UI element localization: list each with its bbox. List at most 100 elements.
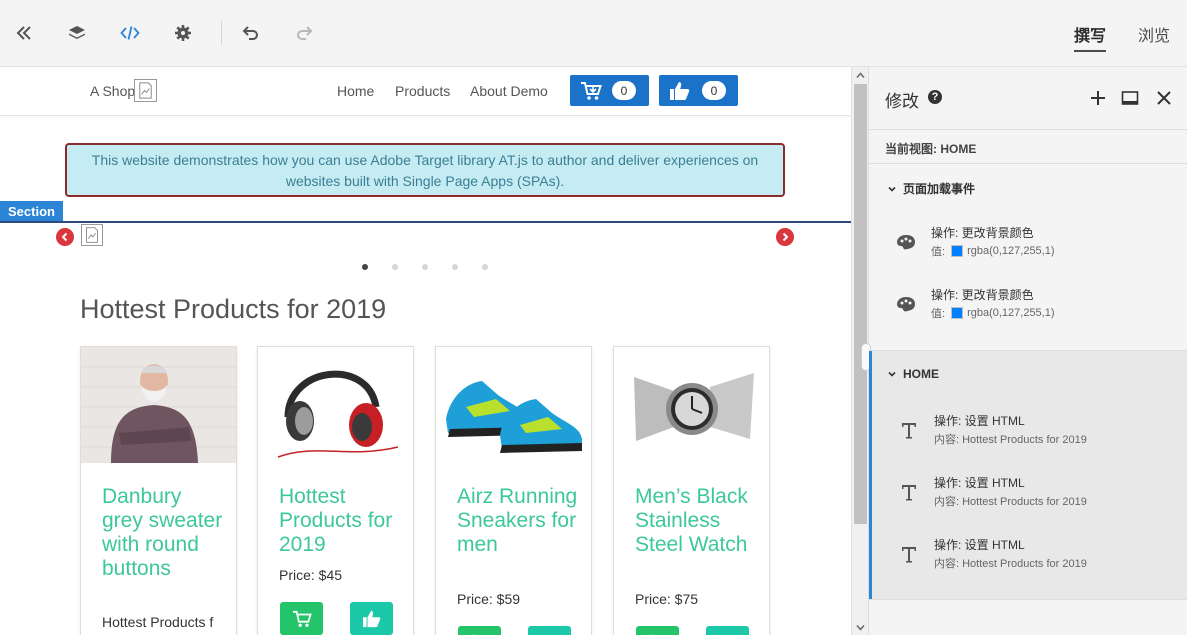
carousel-dot[interactable] bbox=[452, 264, 458, 270]
action-value-text: rgba(0,127,255,1) bbox=[967, 307, 1055, 319]
product-card[interactable]: Airz Running Sneakers for men Price: $59 bbox=[435, 346, 592, 635]
action-value: 值: rgba(0,127,255,1) bbox=[931, 305, 1055, 321]
current-view-label: 当前视图: HOME bbox=[885, 142, 977, 156]
carousel-dot[interactable] bbox=[362, 264, 368, 270]
settings-gear-icon[interactable] bbox=[170, 20, 196, 46]
hottest-products-title[interactable]: Hottest Products for 2019 bbox=[80, 294, 386, 325]
palette-icon bbox=[897, 297, 915, 312]
scroll-down-icon[interactable] bbox=[855, 622, 866, 633]
palette-icon bbox=[897, 235, 915, 250]
product-image-man-in-grey-sweater bbox=[81, 347, 236, 463]
divider bbox=[869, 350, 1187, 351]
site-brand[interactable]: A Shop bbox=[90, 83, 135, 99]
demo-notice[interactable]: This website demonstrates how you can us… bbox=[65, 143, 785, 197]
product-price: Price: $45 bbox=[279, 567, 343, 583]
chevron-left-icon bbox=[61, 232, 68, 242]
carousel-prev-button[interactable] bbox=[56, 228, 74, 246]
add-icon[interactable] bbox=[1089, 89, 1107, 107]
chevron-down-icon bbox=[888, 186, 896, 192]
action-title: 操作: 设置 HTML bbox=[934, 538, 1025, 552]
action-item[interactable]: 操作: 设置 HTML 内容: Hottest Products for 201… bbox=[898, 536, 1178, 580]
group-home-header[interactable]: HOME bbox=[887, 367, 939, 381]
carousel-dot[interactable] bbox=[392, 264, 398, 270]
add-to-cart-button[interactable] bbox=[280, 602, 323, 635]
carousel-dot[interactable] bbox=[422, 264, 428, 270]
product-card[interactable]: Men’s Black Stainless Steel Watch Price:… bbox=[613, 346, 770, 635]
carousel-dot[interactable] bbox=[482, 264, 488, 270]
text-icon bbox=[902, 485, 916, 501]
action-item[interactable]: 操作: 设置 HTML 内容: Hottest Products for 201… bbox=[898, 474, 1178, 518]
group-home: HOME 操作: 设置 HTML 内容: Hottest Products fo… bbox=[869, 350, 1187, 600]
product-card[interactable]: Danbury grey sweater with round buttons … bbox=[80, 346, 237, 635]
carousel-next-button[interactable] bbox=[776, 228, 794, 246]
action-value-label: 值: bbox=[931, 308, 946, 320]
group-page-load[interactable]: 页面加载事件 bbox=[887, 180, 975, 197]
thumbs-up-icon bbox=[670, 81, 690, 100]
site-header: A Shop Home Products About Demo 0 0 bbox=[0, 67, 851, 116]
action-item[interactable]: 操作: 更改背景颜色 值: rgba(0,127,255,1) bbox=[895, 224, 1175, 268]
site-preview-canvas[interactable]: A Shop Home Products About Demo 0 0 This… bbox=[0, 67, 851, 635]
color-swatch bbox=[951, 245, 964, 257]
broken-image-icon bbox=[81, 224, 103, 246]
action-content: 内容: Hottest Products for 2019 bbox=[934, 558, 1087, 570]
nav-products[interactable]: Products bbox=[395, 83, 450, 99]
divider bbox=[869, 163, 1187, 164]
action-title: 操作: 设置 HTML bbox=[934, 476, 1025, 490]
divider bbox=[869, 129, 1187, 130]
action-item[interactable]: 操作: 更改背景颜色 值: rgba(0,127,255,1) bbox=[895, 286, 1175, 330]
help-icon[interactable]: ? bbox=[928, 90, 942, 104]
nav-home[interactable]: Home bbox=[337, 83, 374, 99]
broken-image-icon bbox=[134, 79, 157, 102]
like-product-button[interactable] bbox=[706, 626, 749, 635]
product-image-red-headphones bbox=[258, 347, 413, 463]
product-card[interactable]: Hottest Products for 2019 Price: $45 bbox=[257, 346, 414, 635]
code-icon[interactable] bbox=[117, 20, 143, 46]
chevron-down-icon bbox=[888, 371, 896, 377]
action-value: 值: rgba(0,127,255,1) bbox=[931, 243, 1055, 259]
product-price: Price: $75 bbox=[635, 591, 699, 607]
toolbar-divider bbox=[221, 21, 222, 45]
product-name[interactable]: Airz Running Sneakers for men bbox=[457, 485, 581, 557]
product-name[interactable]: Danbury grey sweater with round buttons bbox=[102, 485, 226, 581]
thumbs-up-icon bbox=[362, 610, 380, 627]
action-content: 内容: Hottest Products for 2019 bbox=[934, 496, 1087, 508]
action-value-label: 值: bbox=[931, 246, 946, 258]
group-title: HOME bbox=[903, 367, 939, 381]
product-price: Price: $59 bbox=[457, 591, 521, 607]
top-toolbar: 撰写 浏览 bbox=[0, 0, 1187, 67]
modifications-panel: 修改 ? 当前视图: HOME 页面加载事件 操作: 更改背景颜色 值: rgb… bbox=[861, 67, 1187, 635]
undo-icon[interactable] bbox=[238, 20, 264, 46]
like-product-button[interactable] bbox=[528, 626, 571, 635]
product-image-steel-watch bbox=[614, 347, 769, 463]
action-title: 操作: 设置 HTML bbox=[934, 414, 1025, 428]
action-title: 操作: 更改背景颜色 bbox=[931, 226, 1034, 240]
layout-toggle-icon[interactable] bbox=[1121, 89, 1139, 107]
color-swatch bbox=[951, 307, 964, 319]
section-tag[interactable]: Section bbox=[0, 201, 63, 222]
chevron-right-icon bbox=[782, 232, 789, 242]
close-icon[interactable] bbox=[1155, 89, 1173, 107]
layers-icon[interactable] bbox=[64, 20, 90, 46]
divider bbox=[869, 599, 1187, 600]
cart-button[interactable]: 0 bbox=[570, 75, 649, 106]
add-to-cart-button[interactable] bbox=[636, 626, 679, 635]
tab-browse[interactable]: 浏览 bbox=[1138, 22, 1170, 46]
collapse-left-icon[interactable] bbox=[11, 20, 37, 46]
scroll-thumb[interactable] bbox=[854, 84, 867, 524]
tab-compose[interactable]: 撰写 bbox=[1074, 22, 1107, 52]
add-to-cart-button[interactable] bbox=[458, 626, 501, 635]
nav-about-demo[interactable]: About Demo bbox=[470, 83, 548, 99]
like-button[interactable]: 0 bbox=[659, 75, 738, 106]
like-count: 0 bbox=[702, 81, 726, 100]
product-name[interactable]: Hottest Products for 2019 bbox=[279, 485, 403, 557]
action-item[interactable]: 操作: 设置 HTML 内容: Hottest Products for 201… bbox=[898, 412, 1178, 456]
action-title: 操作: 更改背景颜色 bbox=[931, 288, 1034, 302]
redo-icon[interactable] bbox=[291, 20, 317, 46]
cart-icon bbox=[581, 81, 602, 100]
like-product-button[interactable] bbox=[350, 602, 393, 635]
scroll-up-icon[interactable] bbox=[855, 70, 866, 81]
text-icon bbox=[902, 547, 916, 563]
product-name[interactable]: Men’s Black Stainless Steel Watch bbox=[635, 485, 759, 557]
group-title: 页面加载事件 bbox=[903, 182, 976, 196]
product-subtitle: Hottest Products f bbox=[102, 614, 214, 630]
